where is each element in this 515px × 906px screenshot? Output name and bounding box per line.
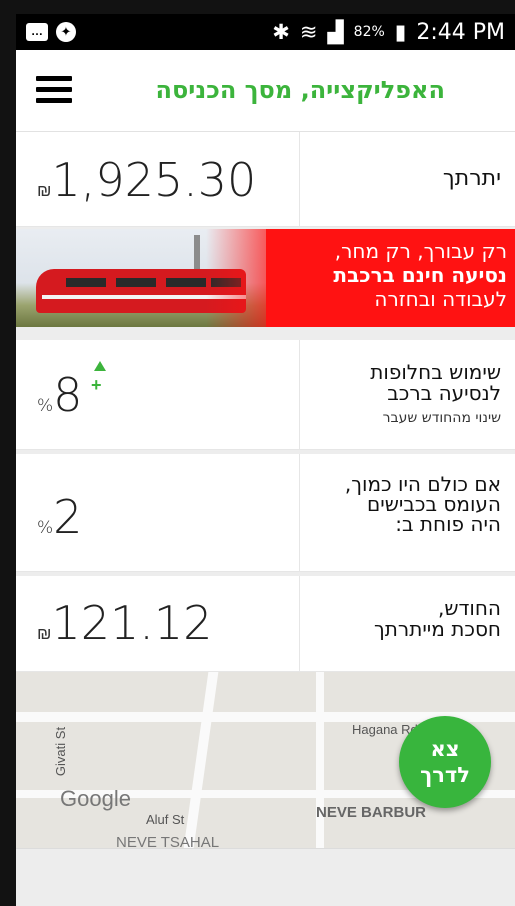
map-label-neve-barbur: NEVE BARBUR: [316, 804, 427, 821]
savings-card[interactable]: ₪121.12 החודש, חסכת מייתרתך: [16, 576, 515, 672]
usage-number: 8: [53, 368, 83, 422]
go-button-line-2: לדרך: [420, 763, 470, 787]
bluetooth-icon: ✱: [272, 20, 290, 44]
banner-line-1: רק עבורך, רק מחר,: [334, 239, 507, 263]
signal-icon: ▟: [327, 20, 344, 44]
banner-line-3: לעבודה ובחזרה: [374, 287, 507, 311]
balance-value: ₪1,925.30: [37, 153, 256, 207]
trend-plus: +: [91, 375, 102, 395]
savings-label: החודש, חסכת מייתרתך: [300, 576, 515, 671]
balance-card[interactable]: ₪1,925.30 יתרתך: [16, 132, 515, 227]
map-label-givati: Givati St: [53, 726, 69, 777]
savings-label-line-2: חסכת מייתרתך: [374, 617, 501, 641]
usage-value: %8: [37, 368, 82, 422]
congestion-number: 2: [53, 490, 83, 544]
hamburger-menu-icon[interactable]: [36, 76, 72, 104]
usage-card[interactable]: %8 + שימוש בחלופות לנסיעה ברכב שינוי מהח…: [16, 340, 515, 450]
phone-frame: … ✦ ✱ ≋ ▟ 82% ▮ 2:44 PM האפליקצייה, מסך …: [0, 0, 515, 906]
congestion-label: אם כולם היו כמוך, העומס בכבישים היה פוחת…: [300, 454, 515, 571]
status-time: 2:44 PM: [416, 19, 505, 45]
banner-line-2: נסיעה חינם ברכבת: [333, 263, 507, 287]
page-title: האפליקצייה, מסך הכניסה: [155, 76, 446, 104]
congestion-label-line-2: העומס בכבישים: [366, 492, 501, 516]
congestion-value: %2: [37, 490, 82, 544]
usage-label-line-1: שימוש בחלופות: [370, 360, 501, 384]
go-button[interactable]: צא לדרך: [399, 716, 491, 808]
google-logo: Google: [60, 786, 131, 811]
usage-value-cell: %8 +: [16, 340, 300, 449]
congestion-label-line-1: אם כולם היו כמוך,: [344, 472, 501, 496]
balance-amount: 1,925.30: [51, 153, 257, 207]
usage-sublabel: שינוי מהחודש שעבר: [382, 410, 501, 426]
usage-label-line-2: לנסיעה ברכב: [387, 381, 501, 405]
currency-symbol: ₪: [37, 624, 52, 644]
battery-percent: 82%: [353, 24, 385, 40]
currency-symbol: ₪: [37, 181, 52, 201]
savings-amount: 121.12: [51, 596, 213, 650]
savings-value: ₪121.12: [37, 596, 212, 650]
bottom-bar: [16, 848, 515, 906]
promo-banner[interactable]: רק עבורך, רק מחר, נסיעה חינם ברכבת לעבוד…: [16, 229, 515, 327]
wifi-icon: ≋: [299, 20, 318, 44]
trend-up-icon: [94, 361, 106, 371]
balance-label: יתרתך: [442, 166, 501, 191]
map-label-neve-tsahal: NEVE TSAHAL: [116, 834, 220, 848]
savings-label-line-1: החודש,: [437, 596, 501, 620]
banner-text: רק עבורך, רק מחר, נסיעה חינם ברכבת לעבוד…: [277, 239, 507, 311]
battery-icon: ▮: [394, 20, 407, 44]
app-header: האפליקצייה, מסך הכניסה: [16, 50, 515, 132]
status-bar: … ✦ ✱ ≋ ▟ 82% ▮ 2:44 PM: [16, 14, 515, 50]
savings-value-cell: ₪121.12: [16, 576, 300, 671]
percent-symbol: %: [37, 518, 54, 538]
percent-symbol: %: [37, 396, 54, 416]
balance-value-cell: ₪1,925.30: [16, 132, 300, 226]
usage-label: שימוש בחלופות לנסיעה ברכב שינוי מהחודש ש…: [300, 340, 515, 449]
accessibility-icon: ✦: [56, 22, 76, 42]
go-button-line-1: צא: [430, 737, 460, 761]
message-icon: …: [26, 23, 48, 41]
congestion-label-line-3: היה פוחת ב:: [395, 512, 501, 536]
congestion-card[interactable]: %2 אם כולם היו כמוך, העומס בכבישים היה פ…: [16, 454, 515, 572]
congestion-value-cell: %2: [16, 454, 300, 571]
map-label-aluf: Aluf St: [146, 812, 185, 827]
